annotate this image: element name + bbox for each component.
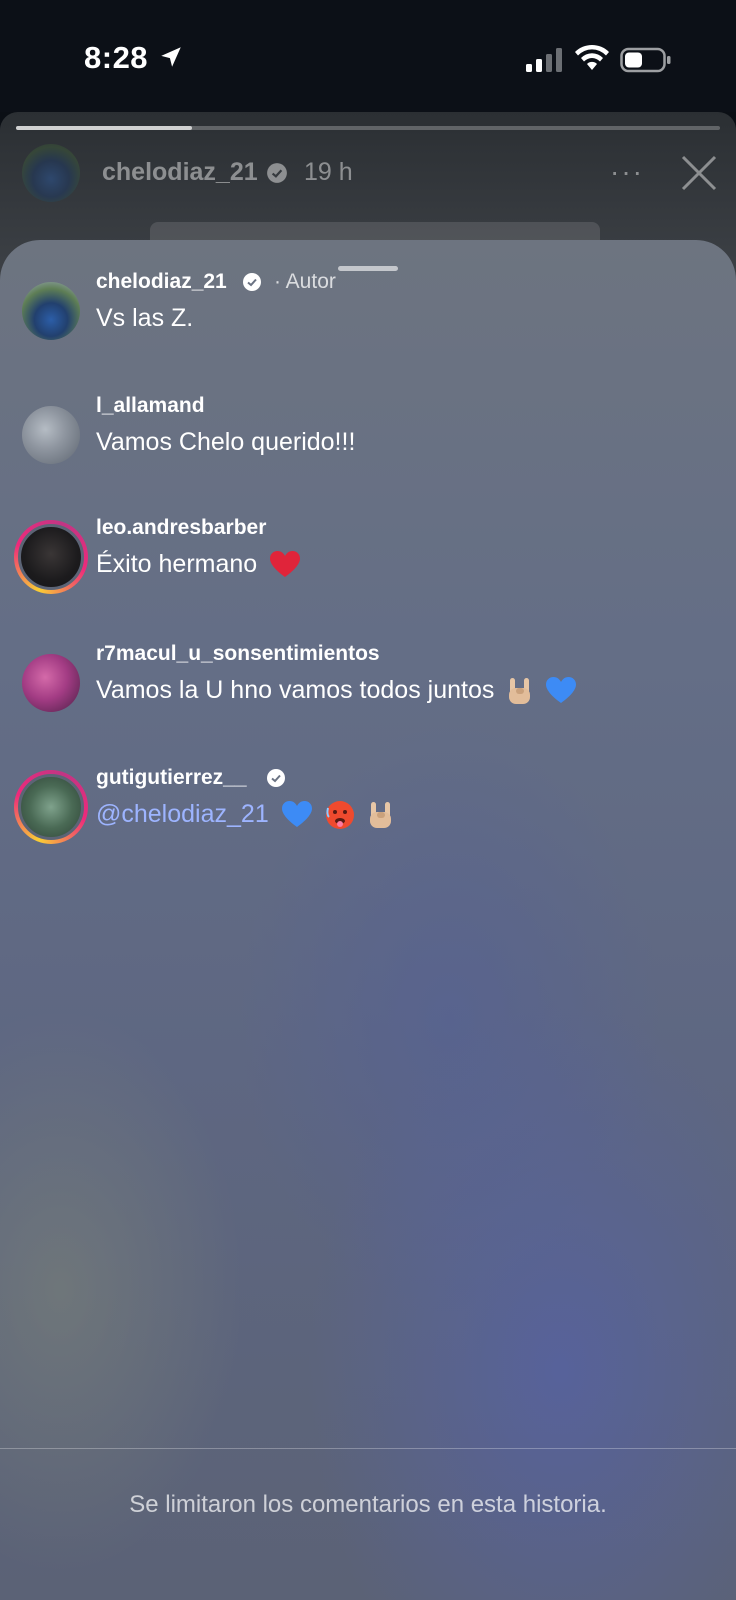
story-progress-fill bbox=[16, 126, 192, 130]
comment-username[interactable]: chelodiaz_21 bbox=[96, 270, 227, 294]
blue-heart-icon bbox=[546, 677, 577, 704]
comment-text: Éxito hermano bbox=[96, 550, 301, 579]
verified-badge-icon bbox=[267, 769, 285, 787]
rock-hand-icon bbox=[369, 802, 391, 829]
battery-icon bbox=[620, 47, 671, 73]
author-tag: · Autor bbox=[274, 270, 336, 293]
comment-item: gutigutierrez__ @chelodiaz_21 bbox=[0, 766, 736, 878]
red-heart-icon bbox=[270, 551, 301, 578]
verified-badge-icon bbox=[243, 273, 261, 291]
avatar[interactable] bbox=[22, 406, 80, 464]
verified-badge-icon bbox=[267, 163, 287, 183]
close-icon[interactable] bbox=[680, 154, 718, 192]
comments-footer: Se limitaron los comentarios en esta his… bbox=[0, 1448, 736, 1600]
comment-text: Vamos la U hno vamos todos juntos bbox=[96, 676, 577, 706]
comment-text-body: Vamos la U hno vamos todos juntos bbox=[96, 676, 495, 704]
cellular-signal-icon bbox=[526, 48, 562, 72]
hot-face-icon bbox=[325, 801, 354, 830]
status-time: 8:28 bbox=[84, 40, 149, 75]
wifi-icon bbox=[575, 44, 609, 70]
comment-item: chelodiaz_21 · Autor Vs las Z. bbox=[0, 270, 736, 382]
avatar-story-ring[interactable] bbox=[14, 520, 88, 594]
avatar-story-ring[interactable] bbox=[14, 770, 88, 844]
mention-link[interactable]: @chelodiaz_21 bbox=[96, 800, 269, 828]
comment-text: @chelodiaz_21 bbox=[96, 800, 394, 830]
sheet-drag-handle[interactable] bbox=[338, 266, 398, 271]
comment-username[interactable]: leo.andresbarber bbox=[96, 516, 266, 540]
comment-username[interactable]: l_allamand bbox=[96, 394, 205, 418]
rock-hand-icon bbox=[509, 678, 531, 705]
story-username[interactable]: chelodiaz_21 bbox=[102, 158, 258, 187]
story-time: 19 h bbox=[304, 158, 353, 186]
story-avatar[interactable] bbox=[22, 144, 80, 202]
story-progress-bar bbox=[16, 126, 720, 130]
comment-username[interactable]: r7macul_u_sonsentimientos bbox=[96, 642, 380, 666]
location-arrow-icon bbox=[161, 47, 181, 67]
comment-item: r7macul_u_sonsentimientos Vamos la U hno… bbox=[0, 642, 736, 754]
comment-item: l_allamand Vamos Chelo querido!!! bbox=[0, 394, 736, 506]
avatar bbox=[18, 774, 84, 840]
blue-heart-icon bbox=[281, 801, 312, 828]
more-options-icon[interactable]: ··· bbox=[610, 156, 644, 188]
comments-sheet: chelodiaz_21 · Autor Vs las Z. l_allaman… bbox=[0, 240, 736, 1600]
comments-limited-notice: Se limitaron los comentarios en esta his… bbox=[129, 1491, 607, 1518]
avatar[interactable] bbox=[22, 654, 80, 712]
comment-text: Vs las Z. bbox=[96, 304, 194, 332]
status-bar: 8:28 bbox=[0, 0, 736, 112]
avatar bbox=[18, 524, 84, 590]
story-header: chelodiaz_21 19 h ··· bbox=[0, 142, 736, 202]
comment-text-body: Éxito hermano bbox=[96, 550, 258, 578]
comment-item: leo.andresbarber Éxito hermano bbox=[0, 516, 736, 628]
avatar[interactable] bbox=[22, 282, 80, 340]
comment-username[interactable]: gutigutierrez__ bbox=[96, 766, 247, 790]
comment-text: Vamos Chelo querido!!! bbox=[96, 428, 356, 456]
